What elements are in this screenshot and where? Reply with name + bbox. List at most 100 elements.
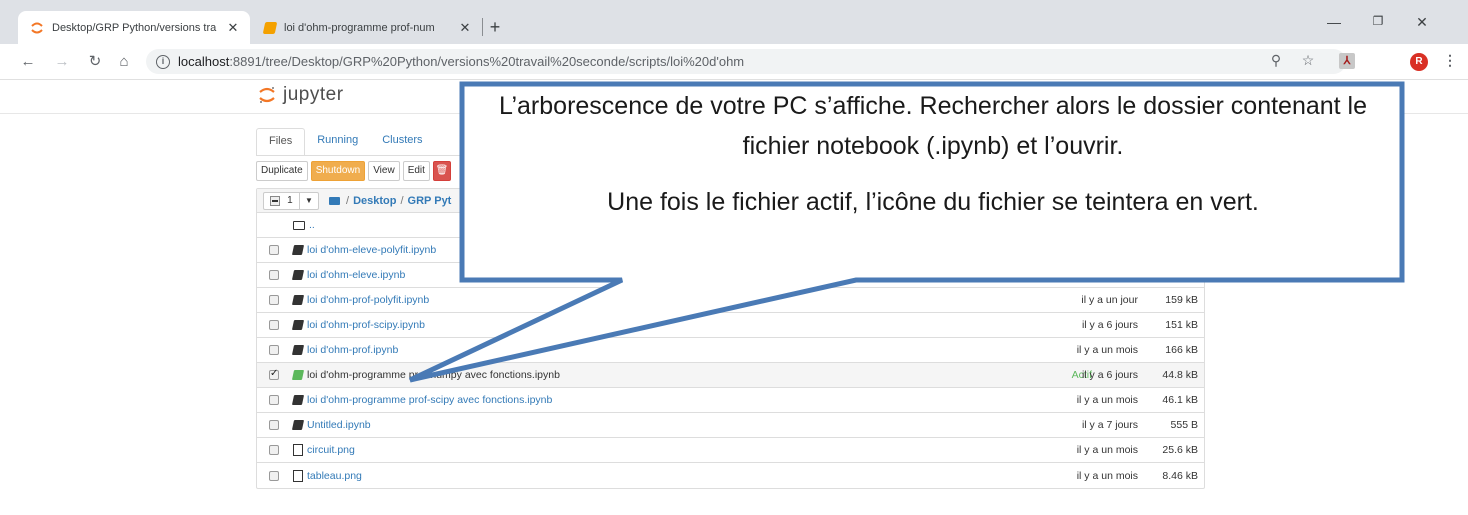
folder-icon[interactable] [329, 196, 340, 205]
tab-separator [482, 18, 483, 36]
caret-down-icon[interactable]: ▼ [300, 193, 318, 209]
row-checkbox[interactable] [269, 345, 279, 355]
folder-icon [293, 221, 305, 230]
row-checkbox[interactable] [269, 420, 279, 430]
row-checkbox[interactable] [269, 395, 279, 405]
table-row[interactable]: loi d'ohm-prof-polyfit.ipynb il y a un jo… [257, 288, 1204, 313]
file-name-link[interactable]: tableau.png [307, 470, 362, 482]
tab-running[interactable]: Running [305, 128, 370, 156]
tab-files[interactable]: Files [256, 128, 306, 156]
notebook-icon [291, 295, 305, 305]
table-row[interactable]: circuit.png il y a un mois 25.6 kB [257, 438, 1204, 463]
dashboard-tabs: Files Running Clusters [256, 128, 435, 156]
row-checkbox[interactable] [269, 470, 279, 481]
file-name-link[interactable]: loi d'ohm-programme prof-scipy avec fonc… [307, 394, 552, 406]
reload-icon[interactable]: ↻ [85, 52, 105, 72]
select-all-checkbox[interactable] [270, 195, 281, 206]
file-name-link[interactable]: circuit.png [307, 444, 355, 456]
modified-time: il y a un mois [1076, 344, 1138, 356]
browser-tab-tree[interactable]: Desktop/GRP Python/versions tra ✕ [18, 11, 250, 44]
notebook-icon [262, 21, 278, 34]
modified-time: il y a un mois [1076, 394, 1138, 406]
table-row[interactable]: loi d'ohm-prof-scipy.ipynb il y a 6 jours… [257, 313, 1204, 338]
file-icon [293, 469, 303, 482]
modified-time: il y a un mois [1076, 469, 1138, 482]
minimize-button[interactable]: — [1322, 14, 1346, 34]
file-size: 25.6 kB [1162, 444, 1198, 456]
row-checkbox[interactable] [269, 445, 279, 455]
close-window-button[interactable]: ✕ [1410, 14, 1434, 34]
zoom-icon[interactable]: ⚲ [1266, 52, 1286, 72]
jupyter-icon [259, 87, 275, 103]
modified-time: il y a 6 jours [1081, 369, 1138, 381]
star-icon[interactable]: ☆ [1298, 52, 1318, 72]
breadcrumb-grp-python[interactable]: GRP Pyt [408, 195, 452, 207]
file-name-link[interactable]: loi d'ohm-eleve-polyfit.ipynb [307, 244, 436, 256]
file-name-link[interactable]: loi d'ohm-prof.ipynb [307, 344, 398, 356]
table-row[interactable]: loi d'ohm-programme prof-scipy avec fonc… [257, 388, 1204, 413]
row-checkbox[interactable] [269, 295, 279, 305]
file-size: 151 kB [1165, 319, 1198, 331]
notebook-icon [291, 420, 305, 430]
callout-line-2: Une fois le fichier actif, l’icône du fi… [607, 188, 1259, 216]
file-size: 44.8 kB [1162, 369, 1198, 381]
parent-dir-link[interactable]: .. [309, 219, 315, 231]
close-icon[interactable]: ✕ [458, 20, 472, 36]
edit-button[interactable]: Edit [402, 161, 430, 181]
callout-text: L’arborescence de votre PC s’affiche. Re… [464, 86, 1402, 222]
maximize-button[interactable]: ❐ [1366, 14, 1390, 34]
row-checkbox[interactable] [269, 368, 279, 380]
breadcrumb: / Desktop / GRP Pyt [329, 195, 451, 207]
row-checkbox[interactable] [269, 320, 279, 330]
select-all-dropdown[interactable]: 1 ▼ [263, 191, 319, 210]
notebook-icon [291, 270, 305, 280]
notebook-icon [291, 320, 305, 330]
table-row[interactable]: loi d'ohm-eleve-polyfit.ipynb [257, 238, 1204, 263]
file-size: 8.46 kB [1162, 469, 1198, 482]
file-list: 1 ▼ / Desktop / GRP Pyt .. loi d'ohm-ele… [256, 188, 1205, 489]
url-host: localhost [178, 54, 230, 69]
file-size: 555 B [1170, 419, 1198, 431]
jupyter-icon [30, 21, 44, 35]
info-icon[interactable]: i [156, 54, 170, 69]
delete-button[interactable]: 🗑 [432, 161, 451, 181]
file-size: 159 kB [1165, 294, 1198, 306]
shutdown-button[interactable]: Shutdown [310, 161, 366, 181]
file-name-link[interactable]: loi d'ohm-prof-polyfit.ipynb [307, 294, 429, 306]
forward-arrow-icon[interactable]: → [52, 52, 72, 72]
file-name-link[interactable]: loi d'ohm-programme prof-numpy avec fonc… [307, 369, 560, 381]
table-row[interactable]: loi d'ohm-eleve.ipynb il y a un jour [257, 263, 1204, 288]
duplicate-button[interactable]: Duplicate [256, 161, 308, 181]
file-icon [293, 444, 303, 456]
file-actions: Duplicate Shutdown View Edit 🗑 [256, 161, 451, 181]
table-row[interactable]: loi d'ohm-prof.ipynb il y a un mois 166 kB [257, 338, 1204, 363]
url-path: :8891/tree/Desktop/GRP%20Python/versions… [229, 54, 745, 69]
table-row[interactable]: tableau.png il y a un mois 8.46 kB [257, 463, 1204, 488]
breadcrumb-desktop[interactable]: Desktop [353, 195, 396, 207]
jupyter-logo[interactable]: jupyter [257, 84, 344, 106]
selected-count: 1 [287, 195, 293, 206]
close-icon[interactable]: ✕ [226, 20, 240, 36]
new-tab-button[interactable]: + [484, 17, 506, 39]
avatar[interactable]: R [1410, 53, 1428, 71]
file-name-link[interactable]: loi d'ohm-eleve.ipynb [307, 269, 405, 281]
back-arrow-icon[interactable]: ← [18, 52, 38, 72]
notebook-icon [291, 345, 305, 355]
file-name-link[interactable]: loi d'ohm-prof-scipy.ipynb [307, 319, 425, 331]
table-row[interactable]: Untitled.ipynb il y a 7 jours 555 B [257, 413, 1204, 438]
notebook-icon [291, 395, 305, 405]
modified-time: il y a un jour [1081, 294, 1138, 306]
address-bar[interactable]: i localhost:8891/tree/Desktop/GRP%20Pyth… [146, 49, 1346, 74]
table-row[interactable]: loi d'ohm-programme prof-numpy avec fonc… [257, 363, 1204, 388]
pdf-extension-icon[interactable]: ⅄ [1339, 53, 1355, 69]
menu-kebab-icon[interactable]: ⋮ [1440, 52, 1460, 72]
browser-tab-notebook[interactable]: loi d'ohm-programme prof-num ✕ [252, 11, 482, 44]
tab-title: Desktop/GRP Python/versions tra [52, 21, 217, 34]
row-checkbox[interactable] [269, 245, 279, 255]
file-size: 46.1 kB [1162, 394, 1198, 406]
row-checkbox[interactable] [269, 270, 279, 280]
file-name-link[interactable]: Untitled.ipynb [307, 419, 371, 431]
view-button[interactable]: View [368, 161, 400, 181]
tab-clusters[interactable]: Clusters [370, 128, 434, 156]
home-icon[interactable]: ⌂ [114, 52, 134, 72]
